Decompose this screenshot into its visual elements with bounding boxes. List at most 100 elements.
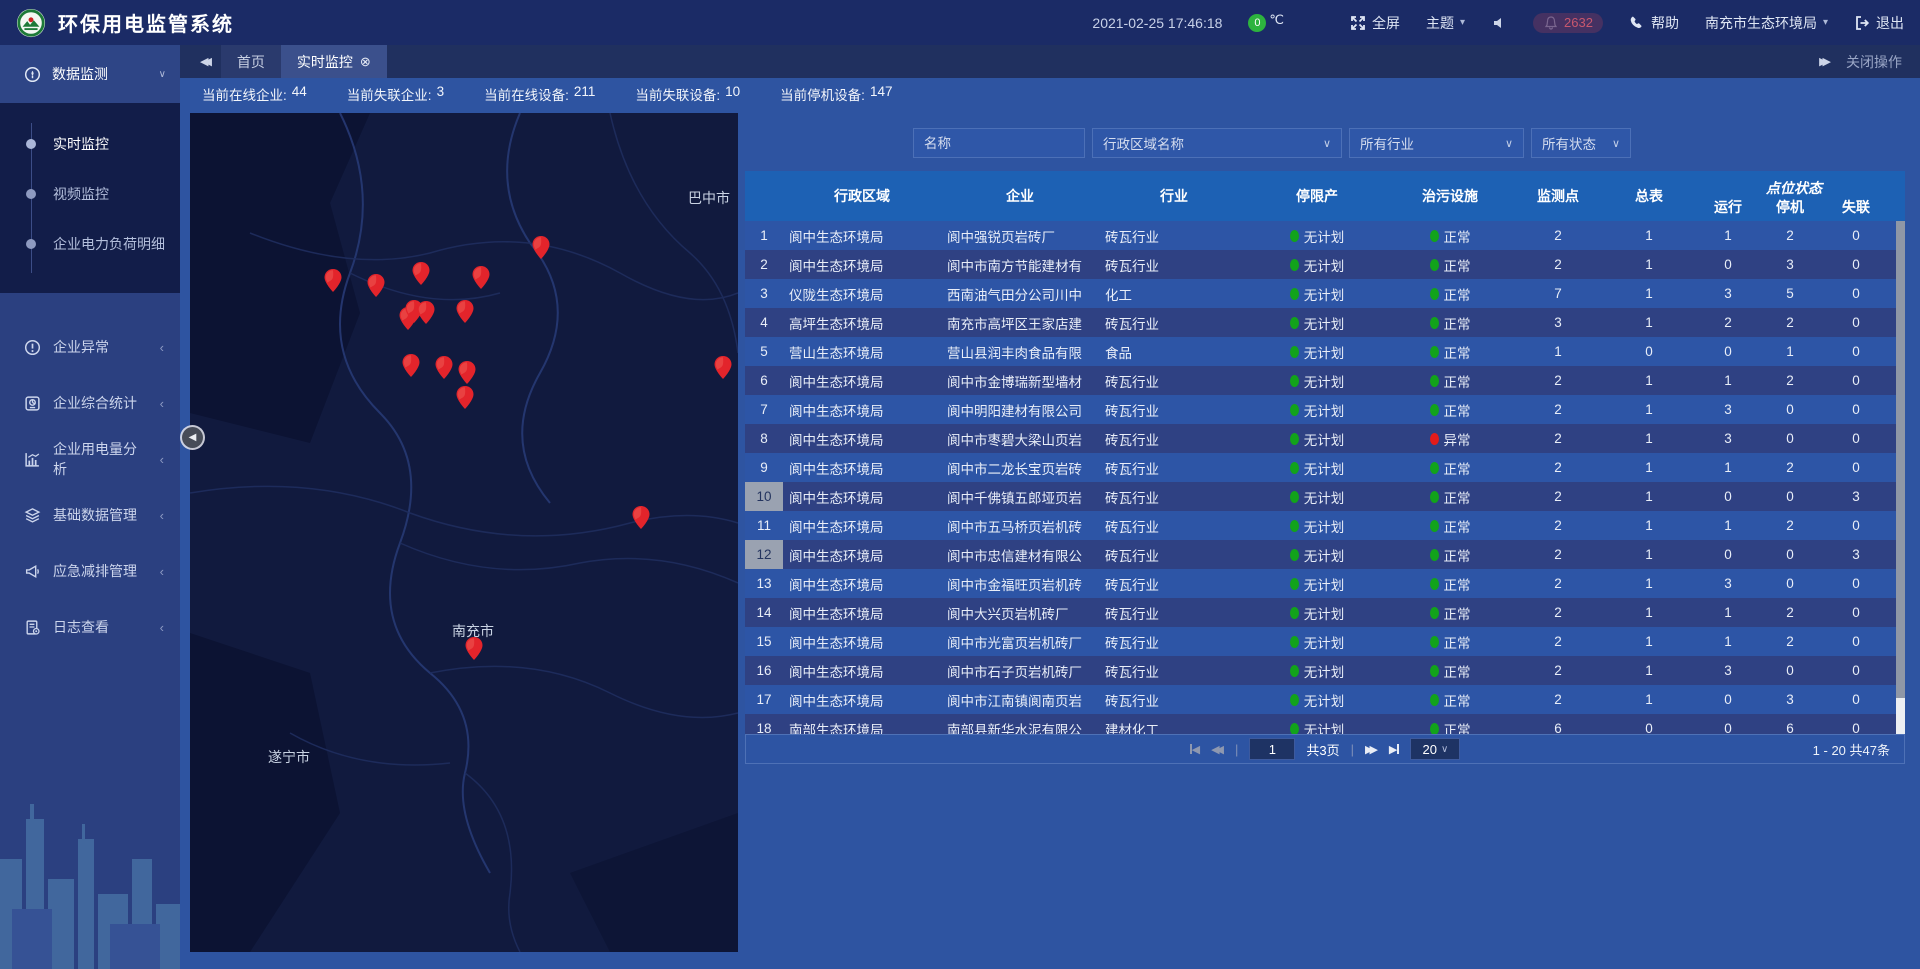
cell-industry: 砖瓦行业: [1099, 661, 1249, 681]
table-row[interactable]: 2 阆中生态环境局 阆中市南方节能建材有 砖瓦行业 无计划: [745, 250, 1905, 279]
stat-item: 当前失联设备: 10: [635, 84, 740, 104]
page-number-input[interactable]: [1249, 738, 1295, 760]
table-row[interactable]: 4 高坪生态环境局 南充市高坪区王家店建 砖瓦行业 无计划: [745, 308, 1905, 337]
chevron-down-icon: ▾: [1823, 17, 1828, 28]
map-pin[interactable]: [633, 506, 650, 529]
sidebar-collapse-button[interactable]: ◀: [182, 427, 203, 448]
sidebar-item-company-abnormal[interactable]: 企业异常 ‹: [0, 319, 180, 375]
page-size-select[interactable]: 20 ∨: [1410, 738, 1460, 760]
mute-speaker-icon[interactable]: [1491, 15, 1507, 31]
map-pin[interactable]: [325, 269, 342, 292]
region-select[interactable]: 行政区域名称 ∨: [1092, 128, 1342, 158]
name-search-input[interactable]: [913, 128, 1085, 158]
map-pin[interactable]: [436, 356, 453, 379]
last-page-button[interactable]: ▶: [1389, 743, 1399, 756]
map-pin[interactable]: [457, 386, 474, 409]
table-row[interactable]: 9 阆中生态环境局 阆中市二龙长宝页岩砖 砖瓦行业 无计划: [745, 453, 1905, 482]
cell-company: 阆中市南方节能建材有: [941, 255, 1099, 275]
sidebar-item-power-load-detail[interactable]: 企业电力负荷明细: [0, 219, 180, 269]
theme-dropdown[interactable]: 主题 ▾: [1426, 13, 1465, 33]
table-row[interactable]: 1 阆中生态环境局 阆中强锐页岩砖厂 砖瓦行业 无计划: [745, 221, 1905, 250]
cell-points: 2: [1515, 547, 1601, 562]
log-document-icon: [24, 619, 41, 636]
close-operations-button[interactable]: 关闭操作: [1846, 52, 1902, 72]
table-row[interactable]: 16 阆中生态环境局 阆中市石子页岩机砖厂 砖瓦行业 无计划: [745, 656, 1905, 685]
cell-run: 0: [1697, 547, 1759, 562]
facility-status-text: 正常: [1444, 487, 1471, 507]
cell-points: 2: [1515, 576, 1601, 591]
cell-industry: 砖瓦行业: [1099, 487, 1249, 507]
sidebar-item-company-stats[interactable]: 企业综合统计 ‹: [0, 375, 180, 431]
sidebar-item-emergency-reduction[interactable]: 应急减排管理 ‹: [0, 543, 180, 599]
sidebar-item-realtime-monitor[interactable]: 实时监控: [0, 119, 180, 169]
table-row[interactable]: 13 阆中生态环境局 阆中市金福旺页岩机砖 砖瓦行业 无计划: [745, 569, 1905, 598]
tabs-scroll-right-icon[interactable]: ▶▶: [1819, 55, 1826, 68]
sidebar-item-log-view[interactable]: 日志查看 ‹: [0, 599, 180, 655]
tab-home[interactable]: 首页: [221, 45, 281, 78]
map-pin[interactable]: [403, 354, 420, 377]
limit-status-text: 无计划: [1304, 574, 1345, 594]
table-row[interactable]: 14 阆中生态环境局 阆中大兴页岩机砖厂 砖瓦行业 无计划: [745, 598, 1905, 627]
table-row[interactable]: 11 阆中生态环境局 阆中市五马桥页岩机砖 砖瓦行业 无计划: [745, 511, 1905, 540]
logout-button[interactable]: 退出: [1854, 13, 1904, 33]
map-pin[interactable]: [473, 266, 490, 289]
facility-status-text: 正常: [1444, 400, 1471, 420]
sidebar-item-base-data[interactable]: 基础数据管理 ‹: [0, 487, 180, 543]
scrollbar-thumb[interactable]: [1896, 221, 1905, 698]
row-index: 18: [745, 714, 783, 734]
map-pin[interactable]: [368, 274, 385, 297]
map-panel[interactable]: 巴中市 南充市 遂宁市: [190, 113, 738, 952]
map-pin[interactable]: [418, 301, 435, 324]
chevron-down-icon: ▾: [1460, 17, 1465, 28]
cell-stop: 0: [1759, 402, 1821, 417]
table-row[interactable]: 18 南部生态环境局 南部县新华水泥有限公 建材化工 无计划: [745, 714, 1905, 734]
sidebar-item-video-monitor[interactable]: 视频监控: [0, 169, 180, 219]
cell-stop: 6: [1759, 721, 1821, 734]
facility-status-text: 正常: [1444, 371, 1471, 391]
sidebar-group-data-monitor[interactable]: 数据监测 ∨: [0, 45, 180, 103]
facility-status-text: 正常: [1444, 284, 1471, 304]
table-row[interactable]: 7 阆中生态环境局 阆中明阳建材有限公司 砖瓦行业 无计划: [745, 395, 1905, 424]
table-row[interactable]: 17 阆中生态环境局 阆中市江南镇阆南页岩 砖瓦行业 无计划: [745, 685, 1905, 714]
chevron-down-icon: ∨: [1505, 137, 1513, 150]
row-index: 16: [745, 656, 783, 685]
table-row[interactable]: 10 阆中生态环境局 阆中千佛镇五郎垭页岩 砖瓦行业 无计划: [745, 482, 1905, 511]
stat-value: 10: [725, 84, 740, 104]
cell-industry: 砖瓦行业: [1099, 458, 1249, 478]
table-row[interactable]: 15 阆中生态环境局 阆中市光富页岩机砖厂 砖瓦行业 无计划: [745, 627, 1905, 656]
chevron-down-icon: ∨: [1612, 137, 1620, 150]
tab-close-icon[interactable]: ⊗: [360, 54, 371, 70]
map-pin[interactable]: [715, 356, 732, 379]
fullscreen-button[interactable]: 全屏: [1350, 13, 1400, 33]
prev-page-button[interactable]: ◀◀: [1211, 743, 1224, 756]
row-index: 1: [745, 221, 783, 250]
map-pin[interactable]: [459, 361, 476, 384]
cell-limit-status: 无计划: [1249, 719, 1385, 735]
org-dropdown[interactable]: 南充市生态环境局 ▾: [1705, 13, 1828, 33]
first-page-button[interactable]: ◀: [1190, 743, 1200, 756]
table-row[interactable]: 3 仪陇生态环境局 西南油气田分公司川中 化工 无计划: [745, 279, 1905, 308]
tabs-scroll-left-icon[interactable]: ◀◀: [180, 45, 221, 78]
cell-company: 阆中市金福旺页岩机砖: [941, 574, 1099, 594]
help-button[interactable]: 帮助: [1629, 13, 1679, 33]
table-row[interactable]: 12 阆中生态环境局 阆中市忠信建材有限公 砖瓦行业 无计划: [745, 540, 1905, 569]
status-select[interactable]: 所有状态 ∨: [1531, 128, 1631, 158]
cell-lost: 0: [1821, 605, 1891, 620]
cell-run: 2: [1697, 315, 1759, 330]
tab-realtime-monitor[interactable]: 实时监控 ⊗: [281, 45, 387, 78]
table-scrollbar[interactable]: [1896, 221, 1905, 734]
industry-select[interactable]: 所有行业 ∨: [1349, 128, 1524, 158]
table-row[interactable]: 8 阆中生态环境局 阆中市枣碧大梁山页岩 砖瓦行业 无计划: [745, 424, 1905, 453]
cell-company: 阆中市光富页岩机砖厂: [941, 632, 1099, 652]
next-page-button[interactable]: ▶▶: [1365, 743, 1378, 756]
sidebar-item-power-analysis[interactable]: 企业用电量分析 ‹: [0, 431, 180, 487]
status-dot: [1430, 491, 1439, 503]
map-pin[interactable]: [413, 262, 430, 285]
filter-bar: 行政区域名称 ∨ 所有行业 ∨ 所有状态 ∨: [913, 128, 1905, 158]
notification-badge[interactable]: 2632: [1533, 13, 1603, 33]
map-pin[interactable]: [533, 236, 550, 259]
table-row[interactable]: 6 阆中生态环境局 阆中市金博瑞新型墙材 砖瓦行业 无计划: [745, 366, 1905, 395]
map-pin[interactable]: [457, 300, 474, 323]
notification-count: 2632: [1564, 15, 1593, 30]
table-row[interactable]: 5 营山生态环境局 营山县润丰肉食品有限 食品 无计划: [745, 337, 1905, 366]
